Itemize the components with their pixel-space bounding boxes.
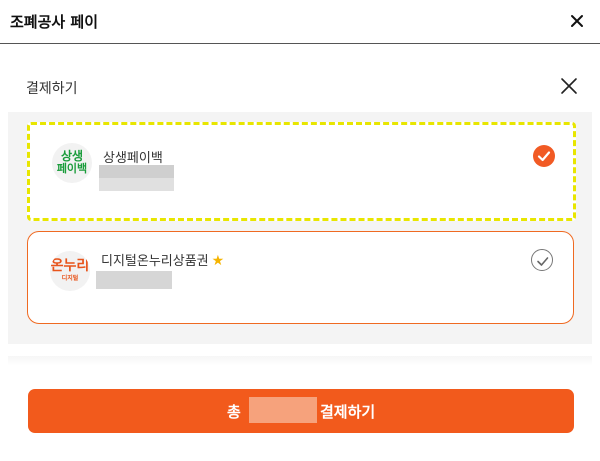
unselected-check-icon[interactable] — [531, 249, 553, 271]
divider — [8, 356, 592, 366]
redacted-balance — [99, 165, 174, 178]
app-header: 조폐공사 페이 — [0, 0, 600, 44]
payment-method-name: 상생페이백 — [103, 151, 163, 166]
pay-button[interactable]: 총 결제하기 — [28, 389, 574, 433]
payment-sheet-header: 결제하기 — [0, 44, 600, 112]
app-title: 조폐공사 페이 — [10, 13, 99, 31]
payment-method-name: 디지털온누리상품권 ★ — [101, 253, 225, 269]
payment-method-onnuri-voucher[interactable]: 온누리 디지털 디지털온누리상품권 ★ — [27, 231, 574, 324]
star-icon: ★ — [211, 253, 225, 269]
sheet-close-icon[interactable] — [558, 75, 580, 97]
redacted-amount — [249, 397, 317, 423]
redacted-balance — [96, 271, 172, 289]
sheet-title: 결제하기 — [26, 81, 78, 97]
sangsaeng-payback-logo: 상생 페이백 — [52, 143, 92, 183]
payment-method-sangsaeng-payback[interactable]: 상생 페이백 상생페이백 — [27, 122, 576, 221]
redacted-balance — [99, 178, 174, 191]
close-icon[interactable] — [566, 10, 588, 32]
onnuri-logo: 온누리 디지털 — [50, 251, 90, 291]
selected-check-icon[interactable] — [533, 145, 555, 167]
